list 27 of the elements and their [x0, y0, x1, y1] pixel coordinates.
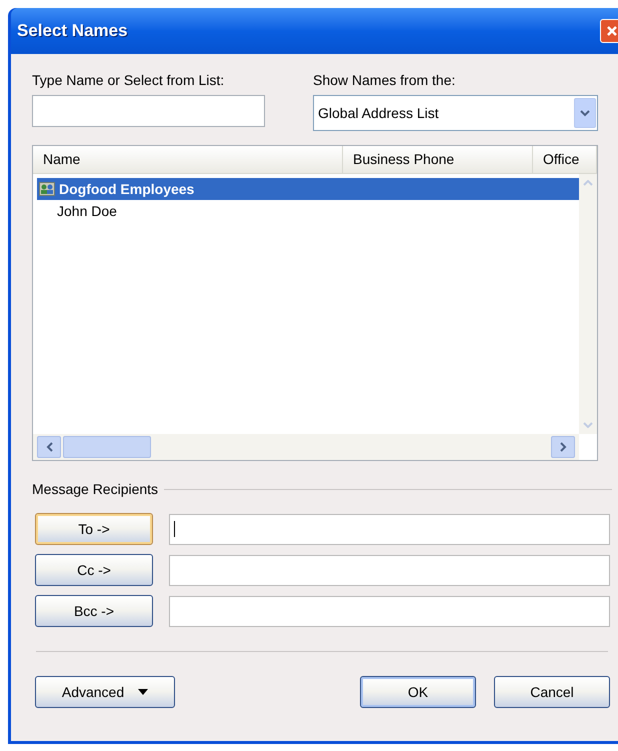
vertical-scrollbar[interactable]	[579, 174, 597, 434]
address-list-dropdown[interactable]: Global Address List	[313, 95, 598, 131]
field-label: Show Names from the:	[313, 71, 456, 90]
column-header[interactable]: Name	[33, 146, 343, 173]
window-title: Select Names	[17, 20, 128, 42]
group-icon	[39, 182, 55, 196]
list-row[interactable]: John Doe	[37, 200, 579, 222]
close-icon	[606, 25, 618, 37]
advanced-button[interactable]: Advanced	[35, 676, 175, 708]
column-header[interactable]: Office	[533, 146, 597, 173]
recipient-button[interactable]: Cc ->	[35, 554, 153, 586]
recipient-field[interactable]	[169, 596, 610, 626]
name-input[interactable]	[32, 95, 265, 127]
field-label: Type Name or Select from List:	[32, 71, 226, 90]
dropdown-arrow-icon	[138, 689, 148, 695]
list-row[interactable]: Dogfood Employees	[37, 178, 579, 200]
recipient-field[interactable]	[169, 514, 610, 544]
cancel-button[interactable]: Cancel	[494, 676, 610, 708]
column-header[interactable]: Business Phone	[343, 146, 533, 173]
ok-button[interactable]: OK	[360, 676, 476, 708]
recipient-field[interactable]	[169, 554, 610, 586]
recipient-button[interactable]: Bcc ->	[35, 595, 153, 627]
close-button[interactable]	[600, 19, 618, 43]
section-label: Message Recipients	[32, 480, 158, 499]
recipient-button[interactable]: To ->	[35, 513, 153, 545]
horizontal-scrollbar[interactable]	[33, 434, 579, 460]
scroll-thumb[interactable]	[63, 436, 151, 458]
